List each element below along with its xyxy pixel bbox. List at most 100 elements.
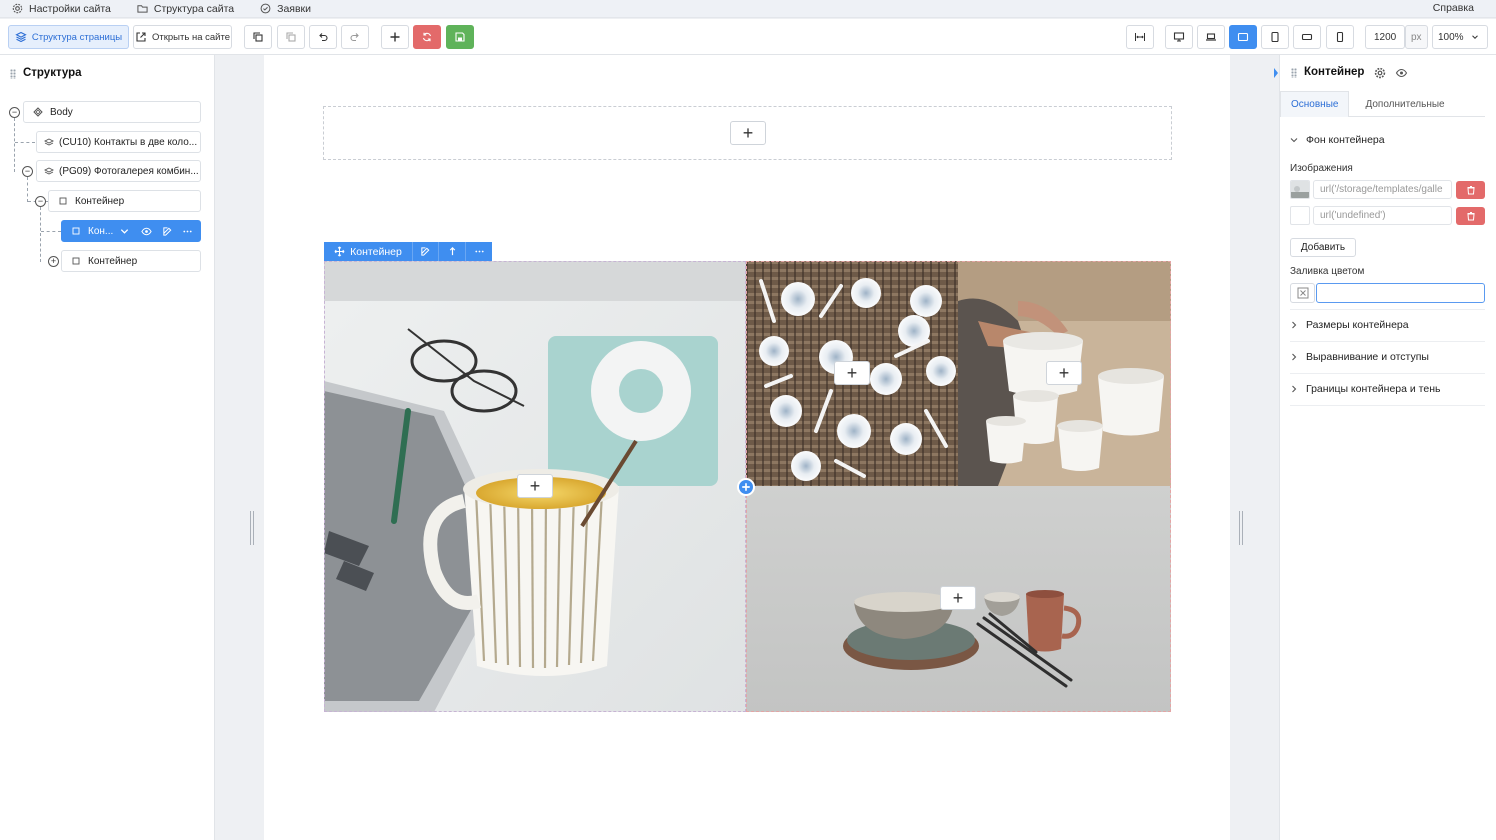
tree-node-label: Body [50,106,73,118]
element-context-toolbar: Контейнер [324,242,492,261]
section-borders-shadow[interactable]: Границы контейнера и тень [1290,383,1440,395]
section-container-background[interactable]: Фон контейнера [1290,134,1385,146]
block-icon [44,167,54,175]
properties-tabs: Основные Дополнительные [1280,91,1485,117]
add-element-button[interactable]: + [834,361,870,385]
context-select-parent-button[interactable] [438,242,465,261]
page-structure-button[interactable]: Структура страницы [8,25,129,49]
context-more-button[interactable] [465,242,492,261]
desktop-view-button[interactable] [1165,25,1193,49]
tab-basic[interactable]: Основные [1280,91,1350,117]
add-element-button[interactable]: + [730,121,766,145]
tree-toggle-body[interactable]: − [9,107,20,118]
arrow-up-icon [449,246,455,256]
trash-icon [1466,212,1475,221]
drag-handle-icon[interactable] [1291,68,1297,78]
paste-icon [286,32,296,42]
tree-node-body[interactable]: Body [23,101,201,123]
chevron-right-icon [1292,353,1297,361]
phone-landscape-view-button[interactable] [1293,25,1321,49]
right-resize-handle[interactable] [1239,511,1243,545]
add-block-button[interactable] [381,25,409,49]
floppy-disk-icon [455,32,465,42]
tablet-landscape-view-button[interactable] [1229,25,1257,49]
context-edit-button[interactable] [412,242,438,261]
collapse-right-panel-icon[interactable] [1272,66,1280,80]
drag-handle-icon[interactable] [10,69,16,79]
left-resize-handle[interactable] [250,511,254,545]
image-thumbnail-empty [1290,206,1310,225]
section-container-size[interactable]: Размеры контейнера [1290,319,1409,331]
refresh-button[interactable] [413,25,441,49]
copy-button[interactable] [244,25,272,49]
laptop-icon [1206,33,1216,41]
tablet-icon [1271,31,1279,43]
laptop-view-button[interactable] [1197,25,1225,49]
tab-advanced[interactable]: Дополнительные [1349,91,1454,117]
eye-icon[interactable] [1395,67,1408,79]
menu-site-structure[interactable]: Структура сайта [137,3,234,15]
zoom-value: 100% [1438,31,1464,43]
phone-icon [1336,31,1344,43]
layers-icon [15,31,27,43]
container-icon [72,227,80,235]
redo-button[interactable] [341,25,369,49]
background-image-input-1[interactable]: url('/storage/templates/galle [1313,180,1452,199]
section-alignment-padding[interactable]: Выравнивание и отступы [1290,351,1429,363]
tree-node-selected-container[interactable]: Кон... [61,220,201,242]
tree-toggle-container[interactable]: − [35,196,46,207]
fit-width-icon [1135,33,1145,41]
fit-width-button[interactable] [1126,25,1154,49]
structure-panel-title: Структура [23,67,82,79]
menu-site-structure-label: Структура сайта [153,2,235,15]
move-icon [334,246,345,257]
add-element-button[interactable]: + [517,474,553,498]
tree-toggle-gallery[interactable]: − [22,166,33,177]
tree-toggle-container-2[interactable]: + [48,256,59,267]
color-swatch[interactable] [1290,283,1315,303]
monitor-icon [1173,32,1185,42]
tree-node-contacts[interactable]: (CU10) Контакты в две коло... [36,131,201,153]
phone-view-button[interactable] [1326,25,1354,49]
eye-icon[interactable] [141,226,152,237]
phone-landscape-icon [1301,33,1313,41]
tree-node-gallery[interactable]: (PG09) Фотогалерея комбин... [36,160,201,182]
move-handle[interactable]: Контейнер [324,242,412,261]
tree-node-label: (PG09) Фотогалерея комбин... [59,165,199,177]
edit-icon[interactable] [162,226,173,237]
width-unit: px [1405,25,1428,49]
gear-icon [12,3,23,14]
empty-dropzone[interactable]: + [323,106,1172,160]
open-on-site-button[interactable]: Открыть на сайте [133,25,232,49]
container-icon [59,197,67,205]
color-fill-label: Заливка цветом [1290,266,1365,277]
delete-image-button[interactable] [1456,207,1485,225]
zoom-select[interactable]: 100% [1432,25,1488,49]
add-element-button[interactable]: + [940,586,976,610]
tablet-view-button[interactable] [1261,25,1289,49]
more-icon[interactable] [182,226,193,237]
add-element-button[interactable]: + [1046,361,1082,385]
menu-requests[interactable]: Заявки [260,3,311,15]
menu-site-settings[interactable]: Настройки сайта [12,3,111,15]
undo-button[interactable] [309,25,337,49]
insert-between-button[interactable] [737,478,755,496]
no-color-icon [1297,287,1308,299]
add-image-button[interactable]: Добавить [1290,238,1356,257]
section-label: Выравнивание и отступы [1306,351,1429,363]
paste-button[interactable] [277,25,305,49]
chevron-down-icon[interactable] [119,226,130,237]
color-fill-input[interactable] [1316,283,1485,303]
folder-icon [137,5,148,13]
delete-image-button[interactable] [1456,181,1485,199]
tree-node-container-2[interactable]: Контейнер [61,250,201,272]
menu-help[interactable]: Справка [1433,2,1474,14]
save-button[interactable] [446,25,474,49]
image-thumbnail [1290,180,1310,199]
gear-icon[interactable] [1374,67,1386,79]
width-input[interactable]: 1200 [1365,25,1405,49]
tree-node-container[interactable]: Контейнер [48,190,201,212]
tree-node-label: Контейнер [75,195,125,207]
background-image-input-2[interactable]: url('undefined') [1313,206,1452,225]
plus-icon [742,483,750,491]
